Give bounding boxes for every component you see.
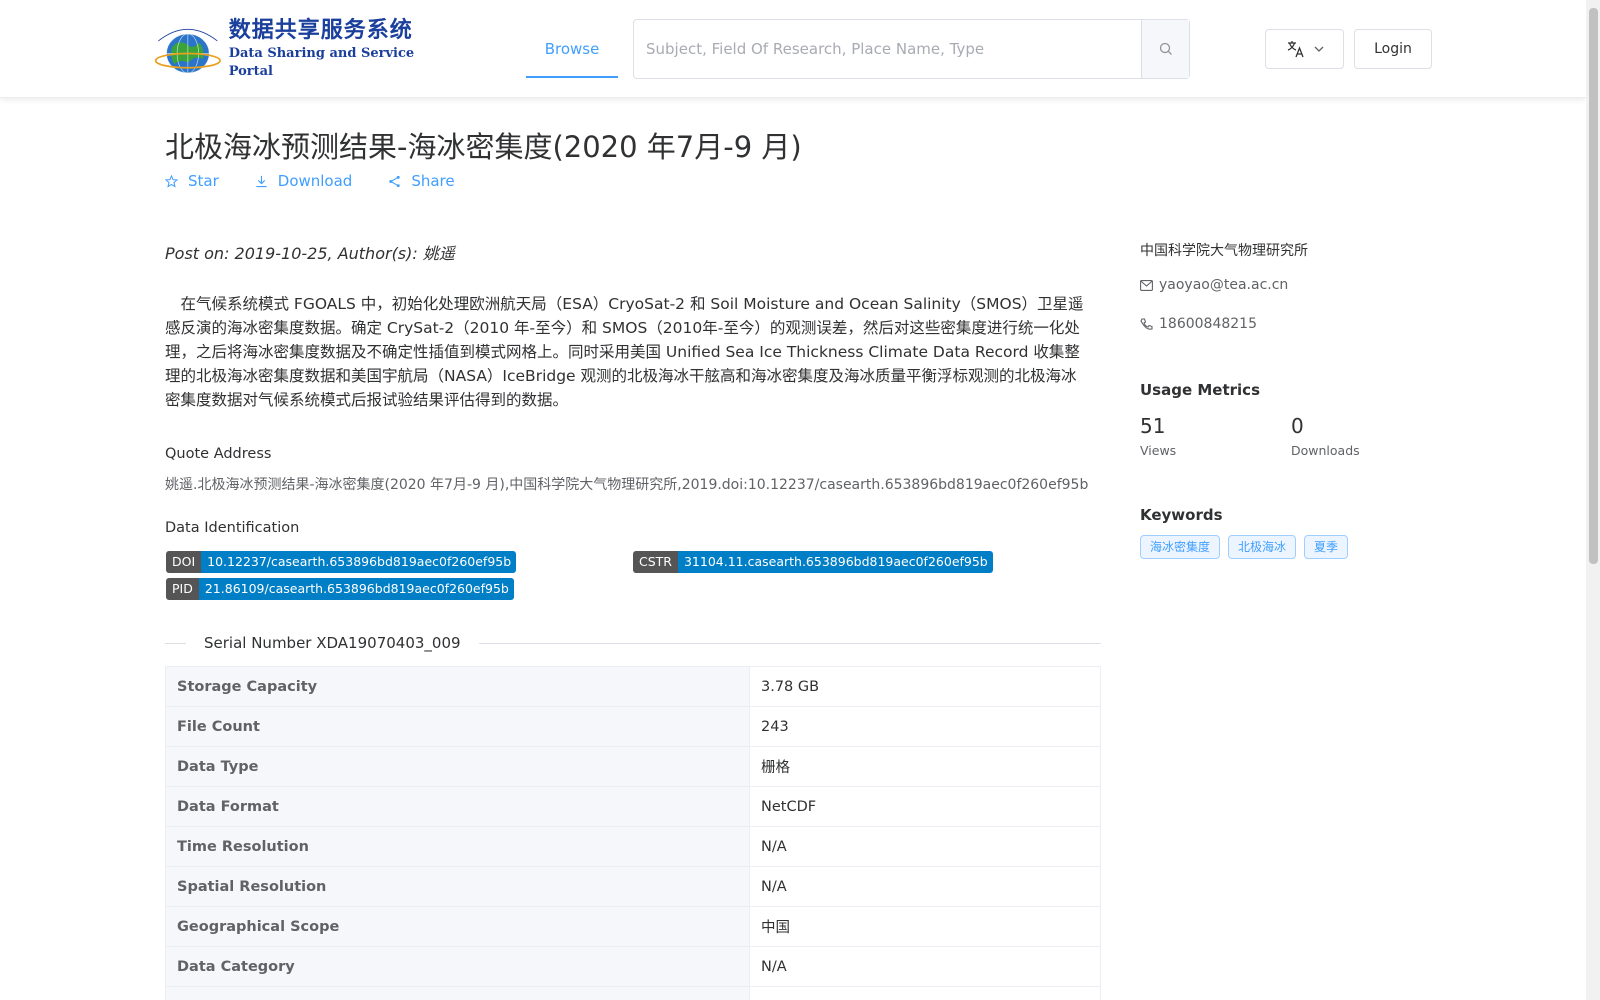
contact-email[interactable]: yaoyao@tea.ac.cn bbox=[1140, 277, 1288, 293]
email-text: yaoyao@tea.ac.cn bbox=[1159, 277, 1289, 293]
nav-browse[interactable]: Browse bbox=[526, 0, 618, 98]
dataset-actions: Star Download Share bbox=[165, 172, 455, 190]
mail-icon bbox=[1140, 279, 1153, 291]
doi-badge-value: 10.12237/casearth.653896bd819aec0f260ef9… bbox=[201, 551, 517, 573]
table-value: 243 bbox=[749, 706, 1101, 747]
keywords-heading: Keywords bbox=[1140, 506, 1223, 524]
keyword-list: 海冰密集度 北极海冰 夏季 bbox=[1140, 535, 1349, 559]
views-count: 51 bbox=[1140, 414, 1166, 438]
table-value: NetCDF bbox=[749, 786, 1101, 827]
table-row: Storage Capacity 3.78 GB bbox=[165, 666, 1101, 707]
table-value: N/A bbox=[749, 946, 1101, 987]
table-value bbox=[749, 986, 1101, 1000]
logo-text: 数据共享服务系统 Data Sharing and Service Portal bbox=[229, 17, 438, 81]
login-button[interactable]: Login bbox=[1354, 29, 1432, 69]
table-key: File Count bbox=[165, 706, 750, 747]
phone-icon bbox=[1140, 317, 1153, 330]
download-icon bbox=[256, 175, 267, 187]
table-key: Data Category bbox=[165, 946, 750, 987]
dataset-info-table: Storage Capacity 3.78 GB File Count 243 Da… bbox=[165, 666, 1101, 1000]
dataset-abstract: 在气候系统模式 FGOALS 中，初始化处理欧洲航天局（ESA）CryoSat-… bbox=[165, 295, 1084, 409]
doi-badge-key: DOI bbox=[166, 551, 202, 573]
table-key: Geographical Scope bbox=[165, 906, 750, 947]
cstr-badge[interactable]: CSTR 31104.11.casearth.653896bd819aec0f2… bbox=[633, 551, 993, 573]
phone-text: 18600848215 bbox=[1159, 316, 1257, 332]
keyword-tag[interactable]: 海冰密集度 bbox=[1140, 535, 1221, 559]
quote-address-label: Quote Address bbox=[165, 446, 272, 462]
globe-logo-icon bbox=[154, 29, 221, 74]
site-logo[interactable]: 数据共享服务系统 Data Sharing and Service Portal bbox=[153, 17, 438, 81]
language-dropdown[interactable] bbox=[1265, 29, 1344, 69]
table-value: 栅格 bbox=[749, 746, 1101, 787]
table-key: Spatial Resolution bbox=[165, 866, 750, 907]
views-metric: 51 Views bbox=[1140, 413, 1176, 458]
pid-badge-key: PID bbox=[166, 578, 199, 600]
organization-name: 中国科学院大气物理研究所 bbox=[1140, 243, 1308, 259]
share-label: Share bbox=[411, 172, 455, 190]
downloads-count: 0 bbox=[1291, 414, 1304, 438]
cstr-badge-key: CSTR bbox=[633, 551, 678, 573]
keyword-tag[interactable]: 北极海冰 bbox=[1228, 535, 1297, 559]
top-header: 数据共享服务系统 Data Sharing and Service Portal… bbox=[0, 0, 1586, 98]
table-row: Data Category N/A bbox=[165, 946, 1101, 987]
downloads-metric: 0 Downloads bbox=[1291, 413, 1360, 458]
search-input[interactable] bbox=[634, 20, 1141, 78]
table-value: N/A bbox=[749, 866, 1101, 907]
serial-number: Serial Number XDA19070403_009 bbox=[186, 634, 479, 652]
table-key: Time Resolution bbox=[165, 826, 750, 867]
usage-metrics-heading: Usage Metrics bbox=[1140, 381, 1260, 399]
search-button[interactable] bbox=[1141, 20, 1189, 78]
table-value: 3.78 GB bbox=[749, 666, 1101, 707]
table-row bbox=[165, 986, 1101, 1000]
table-row: Spatial Resolution N/A bbox=[165, 866, 1101, 907]
search-icon bbox=[1159, 42, 1172, 55]
share-button[interactable]: Share bbox=[388, 172, 455, 190]
logo-title-cn: 数据共享服务系统 bbox=[228, 18, 413, 43]
search-box bbox=[633, 19, 1190, 79]
doi-badge[interactable]: DOI 10.12237/casearth.653896bd819aec0f26… bbox=[166, 551, 517, 573]
table-key: Data Type bbox=[165, 746, 750, 787]
pid-badge[interactable]: PID 21.86109/casearth.653896bd819aec0f26… bbox=[166, 578, 514, 600]
download-button[interactable]: Download bbox=[255, 172, 353, 190]
download-label: Download bbox=[277, 172, 353, 190]
table-row: File Count 243 bbox=[165, 706, 1101, 747]
pid-badge-value: 21.86109/casearth.653896bd819aec0f260ef9… bbox=[198, 578, 514, 600]
translate-icon bbox=[1287, 41, 1304, 58]
chevron-down-icon bbox=[1314, 46, 1323, 52]
page-title: 北极海冰预测结果-海冰密集度(2020 年7月-9 月) bbox=[165, 130, 802, 164]
contact-phone: 18600848215 bbox=[1140, 316, 1257, 332]
cstr-badge-value: 31104.11.casearth.653896bd819aec0f260ef9… bbox=[677, 551, 993, 573]
table-row: Time Resolution N/A bbox=[165, 826, 1101, 867]
page-scrollbar[interactable] bbox=[1586, 0, 1600, 1000]
table-row: Geographical Scope 中国 bbox=[165, 906, 1101, 947]
downloads-label: Downloads bbox=[1291, 443, 1360, 458]
star-label: Star bbox=[188, 172, 219, 190]
star-button[interactable]: Star bbox=[165, 172, 219, 190]
quote-address-text: 姚遥.北极海冰预测结果-海冰密集度(2020 年7月-9 月),中国科学院大气物… bbox=[165, 477, 1089, 493]
table-row: Data Type 栅格 bbox=[165, 746, 1101, 787]
share-icon bbox=[389, 175, 401, 187]
table-value: 中国 bbox=[749, 906, 1101, 947]
post-info: Post on: 2019-10-25, Author(s): 姚遥 bbox=[165, 244, 455, 263]
scrollbar-thumb[interactable] bbox=[1589, 8, 1598, 564]
data-identification-label: Data Identification bbox=[165, 520, 300, 536]
views-label: Views bbox=[1140, 443, 1177, 458]
table-key: Data Format bbox=[165, 786, 750, 827]
table-key: Storage Capacity bbox=[165, 666, 750, 707]
table-key bbox=[165, 986, 750, 1000]
keyword-tag[interactable]: 夏季 bbox=[1304, 535, 1349, 559]
logo-title-en: Data Sharing and Service Portal bbox=[228, 46, 415, 79]
star-icon bbox=[165, 174, 178, 188]
table-row: Data Format NetCDF bbox=[165, 786, 1101, 827]
table-value: N/A bbox=[749, 826, 1101, 867]
